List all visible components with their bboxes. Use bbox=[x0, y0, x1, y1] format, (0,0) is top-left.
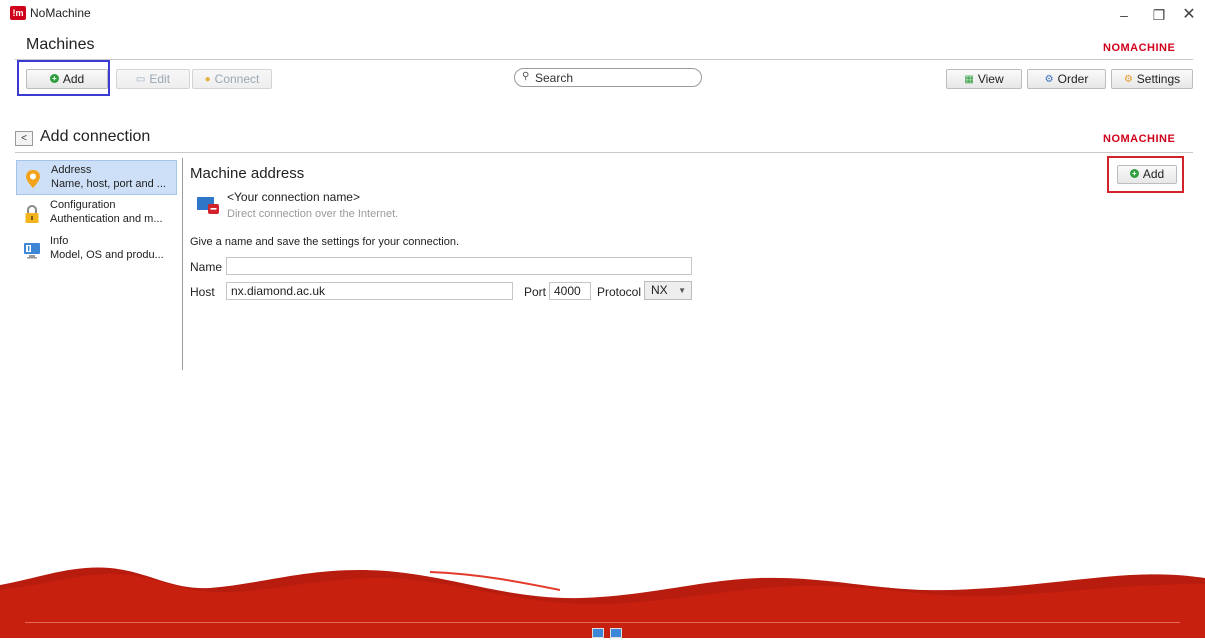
nav-item-title: Configuration bbox=[50, 199, 116, 211]
nav-item-subtitle: Name, host, port and ... bbox=[51, 178, 166, 190]
order-icon: ⚙ bbox=[1044, 73, 1054, 85]
name-label: Name bbox=[190, 260, 223, 274]
order-button-label: Order bbox=[1057, 72, 1089, 86]
back-button[interactable]: < bbox=[15, 131, 33, 146]
order-button[interactable]: ⚙ Order bbox=[1027, 69, 1106, 89]
search-box[interactable]: ⚲ bbox=[514, 68, 702, 87]
search-input[interactable] bbox=[535, 70, 695, 85]
host-field[interactable] bbox=[226, 282, 513, 300]
brand-logo: NOMACHINE bbox=[1103, 42, 1176, 54]
protocol-select[interactable]: NX ▼ bbox=[644, 281, 692, 300]
info-computer-icon bbox=[24, 243, 40, 259]
footer-status-icons bbox=[592, 627, 628, 641]
search-icon: ⚲ bbox=[522, 71, 530, 82]
nav-item-title: Info bbox=[50, 235, 69, 247]
port-field[interactable] bbox=[549, 282, 591, 300]
minimize-button[interactable]: – bbox=[1110, 4, 1138, 26]
connect-button[interactable]: ● Connect bbox=[192, 69, 272, 89]
highlight-box-red bbox=[1107, 156, 1184, 193]
host-label: Host bbox=[190, 285, 215, 299]
panel-title: Machine address bbox=[190, 165, 305, 182]
nav-item-subtitle: Model, OS and produ... bbox=[50, 249, 164, 261]
gear-icon: ⚙ bbox=[1123, 73, 1133, 85]
nav-item-subtitle: Authentication and m... bbox=[50, 213, 163, 225]
edit-button[interactable]: ▭ Edit bbox=[116, 69, 190, 89]
view-button[interactable]: ▦ View bbox=[946, 69, 1022, 89]
nav-item-title: Address bbox=[51, 164, 92, 176]
divider bbox=[15, 152, 1193, 153]
window-title: NoMachine bbox=[30, 6, 91, 20]
vertical-divider bbox=[182, 158, 183, 370]
settings-button-label: Settings bbox=[1136, 72, 1181, 86]
display-icon bbox=[610, 628, 622, 638]
maximize-button[interactable]: ❐ bbox=[1145, 4, 1173, 26]
nav-item-info[interactable]: Info Model, OS and produ... bbox=[16, 232, 177, 267]
grid-icon: ▦ bbox=[964, 73, 974, 85]
protocol-label: Protocol bbox=[597, 285, 642, 299]
title-bar: !m NoMachine – ❐ ✕ bbox=[0, 0, 1205, 30]
connection-description: Direct connection over the Internet. bbox=[227, 208, 399, 220]
nomachine-logo-icon: !m bbox=[10, 6, 26, 20]
lock-icon bbox=[25, 204, 39, 223]
view-button-label: View bbox=[977, 72, 1004, 86]
highlight-box-blue bbox=[17, 60, 110, 96]
connect-button-label: Connect bbox=[214, 72, 260, 86]
nav-item-address[interactable]: Address Name, host, port and ... bbox=[16, 160, 177, 195]
settings-button[interactable]: ⚙ Settings bbox=[1111, 69, 1193, 89]
chevron-down-icon: ▼ bbox=[678, 286, 686, 295]
hint-text: Give a name and save the settings for yo… bbox=[190, 236, 460, 248]
divider bbox=[15, 59, 1193, 60]
nav-item-configuration[interactable]: Configuration Authentication and m... bbox=[16, 196, 177, 231]
brand-logo-secondary: NOMACHINE bbox=[1103, 133, 1176, 145]
location-pin-icon bbox=[26, 170, 40, 188]
monitor-icon: ▭ bbox=[135, 73, 146, 85]
close-button[interactable]: ✕ bbox=[1175, 4, 1203, 26]
port-label: Port bbox=[524, 285, 547, 299]
network-icon bbox=[592, 628, 604, 638]
name-field[interactable] bbox=[226, 257, 692, 275]
section-title: Machines bbox=[26, 36, 95, 53]
edit-button-label: Edit bbox=[149, 72, 171, 86]
protocol-value: NX bbox=[651, 283, 668, 297]
page-title: Add connection bbox=[40, 128, 151, 145]
connect-icon: ● bbox=[204, 73, 211, 85]
connection-name: <Your connection name> bbox=[227, 190, 360, 204]
connection-icon bbox=[197, 197, 219, 214]
